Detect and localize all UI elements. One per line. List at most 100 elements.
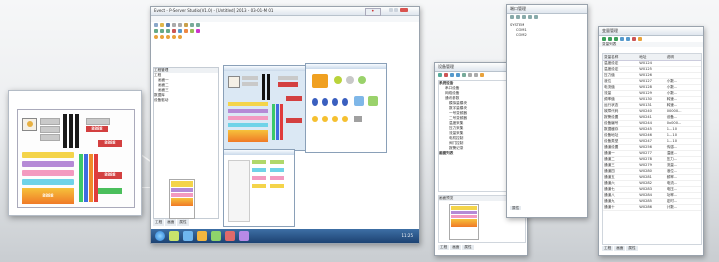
var-footer-tab[interactable]: 画面 [614,246,626,251]
level-bar-3 [75,114,79,148]
display-box-gradient: 8888 [22,188,74,204]
text-icon[interactable] [172,29,176,33]
color-icon[interactable] [196,29,200,33]
minimize-icon[interactable] [389,8,393,12]
remove-port-icon[interactable] [516,15,520,19]
display-value-4: 8888 [104,172,116,177]
panel-button-3[interactable] [40,134,60,141]
taskbar-app-4[interactable] [211,231,221,241]
up-icon[interactable] [468,73,472,77]
taskbar-app-1[interactable] [169,231,179,241]
gear-icon-5[interactable] [178,35,182,39]
preview-thumbnail [449,204,479,240]
cut-icon[interactable] [172,23,176,27]
gear-icon-3[interactable] [166,35,170,39]
align-center-icon[interactable] [160,29,164,33]
panel-button-4[interactable] [86,118,110,125]
align-left-icon[interactable] [154,29,158,33]
add-var-icon[interactable] [602,37,606,41]
delete-var-icon[interactable] [614,37,618,41]
image-icon[interactable] [178,29,182,33]
tree-tab[interactable]: 属性 [462,245,474,250]
ports-window: 端口管理 SYSTEM COM1 COM2 属性 [506,4,588,218]
var-titlebar: 变量管理 [599,27,703,36]
tree-window-title: 设备管理 [438,64,454,69]
gear-icon-2[interactable] [160,35,164,39]
search-icon[interactable] [522,15,526,19]
var-footer-tab[interactable]: 属性 [626,246,638,251]
edit-var-icon[interactable] [608,37,612,41]
align-right-icon[interactable] [166,29,170,33]
taskbar-app-2[interactable] [183,231,193,241]
chart-icon[interactable] [184,29,188,33]
close-icon[interactable] [399,8,408,12]
paste-icon[interactable] [184,23,188,27]
table-row[interactable]: 通道十 W0286 计数... [603,204,701,211]
var-table-body: 温度设定 W0124 温度设定 W0125 压力值 W0126 液位 W0127 小数... 电流… [603,60,701,211]
gear-icon-4[interactable] [172,35,176,39]
taskbar-app-6[interactable] [239,231,249,241]
add-port-icon[interactable] [510,15,514,19]
taskbar: 11:25 [151,229,419,243]
magnified-panel: 8888 8888 8888 8888 [8,90,142,216]
zoom-icon[interactable] [528,15,532,19]
main-title: Evect - P-Server Studio(V1.0) - [Untitle… [154,8,274,13]
color-bar-cyan [22,179,74,185]
panel-button-1[interactable] [40,118,60,125]
table-cell: W0286 [638,204,666,211]
color-bar-purple [22,161,74,167]
props-icon[interactable] [534,15,538,19]
copy-icon[interactable] [178,23,182,27]
ports-toolbar [507,14,587,20]
status-tab[interactable]: 工程 [153,219,165,226]
save-icon[interactable] [166,23,170,27]
delete-icon[interactable] [444,73,448,77]
taskbar-app-3[interactable] [197,231,207,241]
sort-icon[interactable] [638,37,642,41]
port-item[interactable]: COM2 [510,33,584,38]
refresh-icon[interactable] [462,73,466,77]
panel-button-2[interactable] [40,126,60,133]
taskbar-clock: 11:25 [401,233,413,238]
taskbar-app-5[interactable] [225,231,235,241]
maximize-icon[interactable] [394,8,399,12]
tree-tab[interactable]: 工程 [438,245,450,250]
var-table-wrap: 变量名称 地址 说明 温度设定 W0124 温度设定 W0125 压力值 W0126 液位 W… [602,53,702,245]
var-footer-tab[interactable]: 工程 [602,246,614,251]
notify-icon: • [371,8,375,15]
level-bar-1 [63,114,67,148]
tree-item[interactable]: 设备驱动 [154,98,218,103]
add-icon[interactable] [438,73,442,77]
export-icon[interactable] [626,37,630,41]
display-value-3: 8888 [104,140,116,145]
canvas-window-3 [223,149,295,227]
new-icon[interactable] [154,23,158,27]
window-controls [389,8,417,14]
start-button[interactable] [155,231,165,241]
ports-title: 端口管理 [510,6,526,11]
display-box-1: 8888 [86,126,108,132]
toolbar-row-3 [151,34,419,40]
ports-footer-tab[interactable]: 属性 [510,206,522,210]
edit-icon[interactable] [450,73,454,77]
undo-icon[interactable] [190,23,194,27]
ports-titlebar: 端口管理 [507,5,587,14]
shape-icon[interactable] [190,29,194,33]
open-icon[interactable] [160,23,164,27]
redo-icon[interactable] [196,23,200,27]
status-tab[interactable]: 属性 [177,219,189,226]
tray-badge: • [365,8,381,16]
status-tab[interactable]: 画面 [165,219,177,226]
down-icon[interactable] [474,73,478,77]
import-icon[interactable] [620,37,624,41]
gear-icon[interactable] [154,35,158,39]
settings-icon[interactable] [480,73,484,77]
variable-window: 变量管理 变量列表 变量名称 地址 说明 温度设定 W0124 温度设定 W0125 压… [598,26,704,256]
panel-inner-frame: 8888 8888 8888 8888 [17,109,135,208]
display-box-3: 8888 [98,140,122,147]
filter-icon[interactable] [632,37,636,41]
gauge-green [79,154,83,202]
search-icon[interactable] [456,73,460,77]
tree-tab[interactable]: 画面 [450,245,462,250]
level-bar-2 [69,114,73,148]
